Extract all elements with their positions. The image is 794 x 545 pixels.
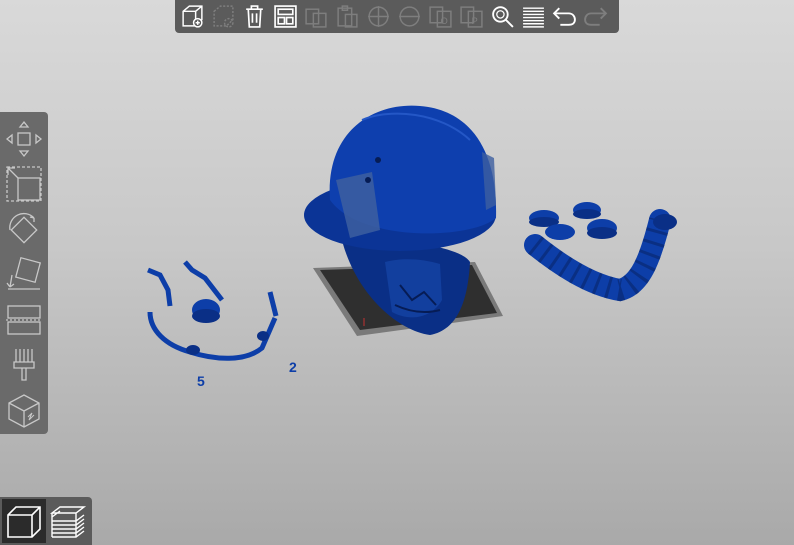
place-on-face-tool-button[interactable] [2,252,46,297]
minus-circle-icon [399,6,420,27]
undo-icon [552,7,576,26]
layers-icon [523,7,544,28]
add-instance-button[interactable] [363,0,394,33]
delete-all-button[interactable] [239,0,270,33]
cut-icon [6,305,42,336]
strap-parts[interactable]: 5 2 [147,260,297,389]
split-objects-icon: O [429,6,452,28]
trash-icon [246,5,263,28]
hollow-cube-icon [8,394,40,428]
split-parts-icon: P [460,6,483,28]
scale-icon [6,166,42,202]
search-button[interactable] [487,0,518,33]
top-toolbar: O P [175,0,619,33]
search-icon [492,6,514,28]
gizmo-sidebar [0,112,48,434]
view-toggle [0,497,92,545]
redo-button[interactable] [580,0,611,33]
delete-cube-icon [213,5,234,28]
cut-tool-button[interactable] [2,298,46,343]
arrange-icon [274,5,297,28]
scale-tool-button[interactable] [2,161,46,206]
copy-icon [305,8,327,28]
svg-text:O: O [441,16,448,26]
undo-button[interactable] [549,0,580,33]
paste-button[interactable] [332,0,363,33]
delete-button[interactable] [208,0,239,33]
redo-icon [584,7,608,26]
paint-icon [13,348,35,381]
layers-preview-icon [49,506,87,538]
copy-button[interactable] [301,0,332,33]
svg-text:5: 5 [197,373,205,389]
rotate-tool-button[interactable] [2,207,46,252]
move-icon [5,120,43,157]
plus-circle-icon [368,6,389,27]
cube-view-icon [7,506,41,538]
paint-supports-tool-button[interactable] [2,343,46,388]
paste-icon [337,5,358,28]
svg-text:2: 2 [289,359,297,375]
3d-view-button[interactable] [2,499,46,543]
add-cube-icon [182,5,203,28]
hollow-tool-button[interactable] [2,389,46,434]
add-object-button[interactable] [177,0,208,33]
preview-button[interactable] [46,499,90,543]
remove-instance-button[interactable] [394,0,425,33]
svg-text:P: P [472,16,478,26]
layers-editing-button[interactable] [518,0,549,33]
place-on-face-icon [6,256,42,290]
disc-parts[interactable] [529,202,617,240]
arrange-button[interactable] [270,0,301,33]
split-to-objects-button[interactable]: O [425,0,456,33]
move-tool-button[interactable] [2,116,46,161]
split-to-parts-button[interactable]: P [456,0,487,33]
3d-viewport[interactable]: 5 2 [0,0,794,545]
rotate-icon [9,212,38,244]
